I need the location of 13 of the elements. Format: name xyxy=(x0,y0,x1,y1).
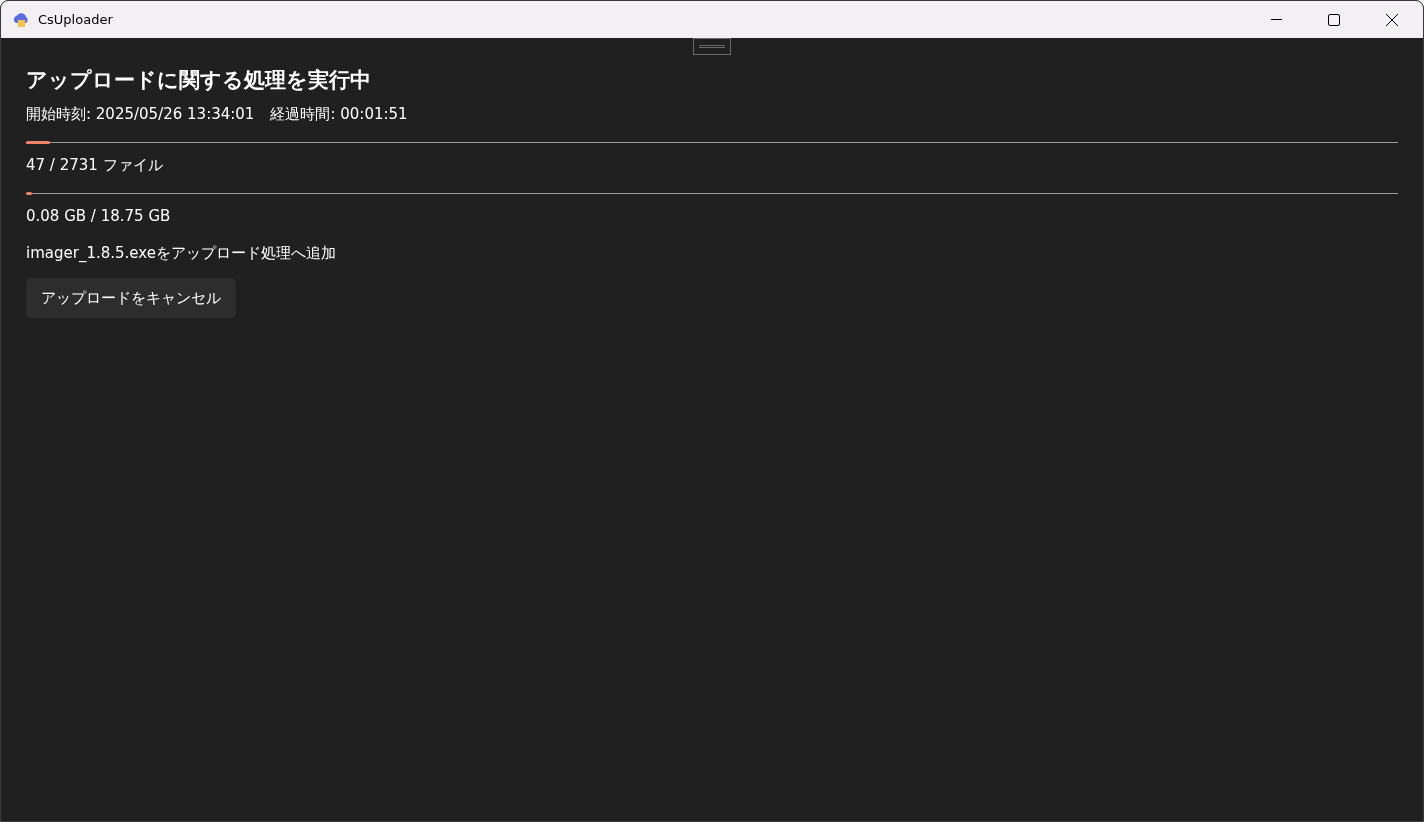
progress-reading: 47 / 2731 ファイル xyxy=(26,155,164,176)
cancel-button[interactable]: アップロードをキャンセル xyxy=(26,278,236,318)
close-icon xyxy=(1386,13,1398,26)
minimize-icon xyxy=(1270,19,1282,20)
cloud-icon xyxy=(12,11,30,28)
maximize-icon xyxy=(1328,13,1340,26)
progress-reading: 0.08 GB / 18.75 GB xyxy=(26,206,172,227)
window-title: CsUploader xyxy=(38,10,113,29)
start-time: 開始時刻: 2025/05/26 13:34:01 xyxy=(26,104,255,125)
drag-handle[interactable] xyxy=(693,38,731,55)
page-heading: アップロードに関する処理を実行中 xyxy=(26,67,372,94)
status-message: imager_1.8.5.exeをアップロード処理へ追加 xyxy=(26,243,337,264)
elapsed-time: 経過時間: 00:01:51 xyxy=(270,104,408,125)
